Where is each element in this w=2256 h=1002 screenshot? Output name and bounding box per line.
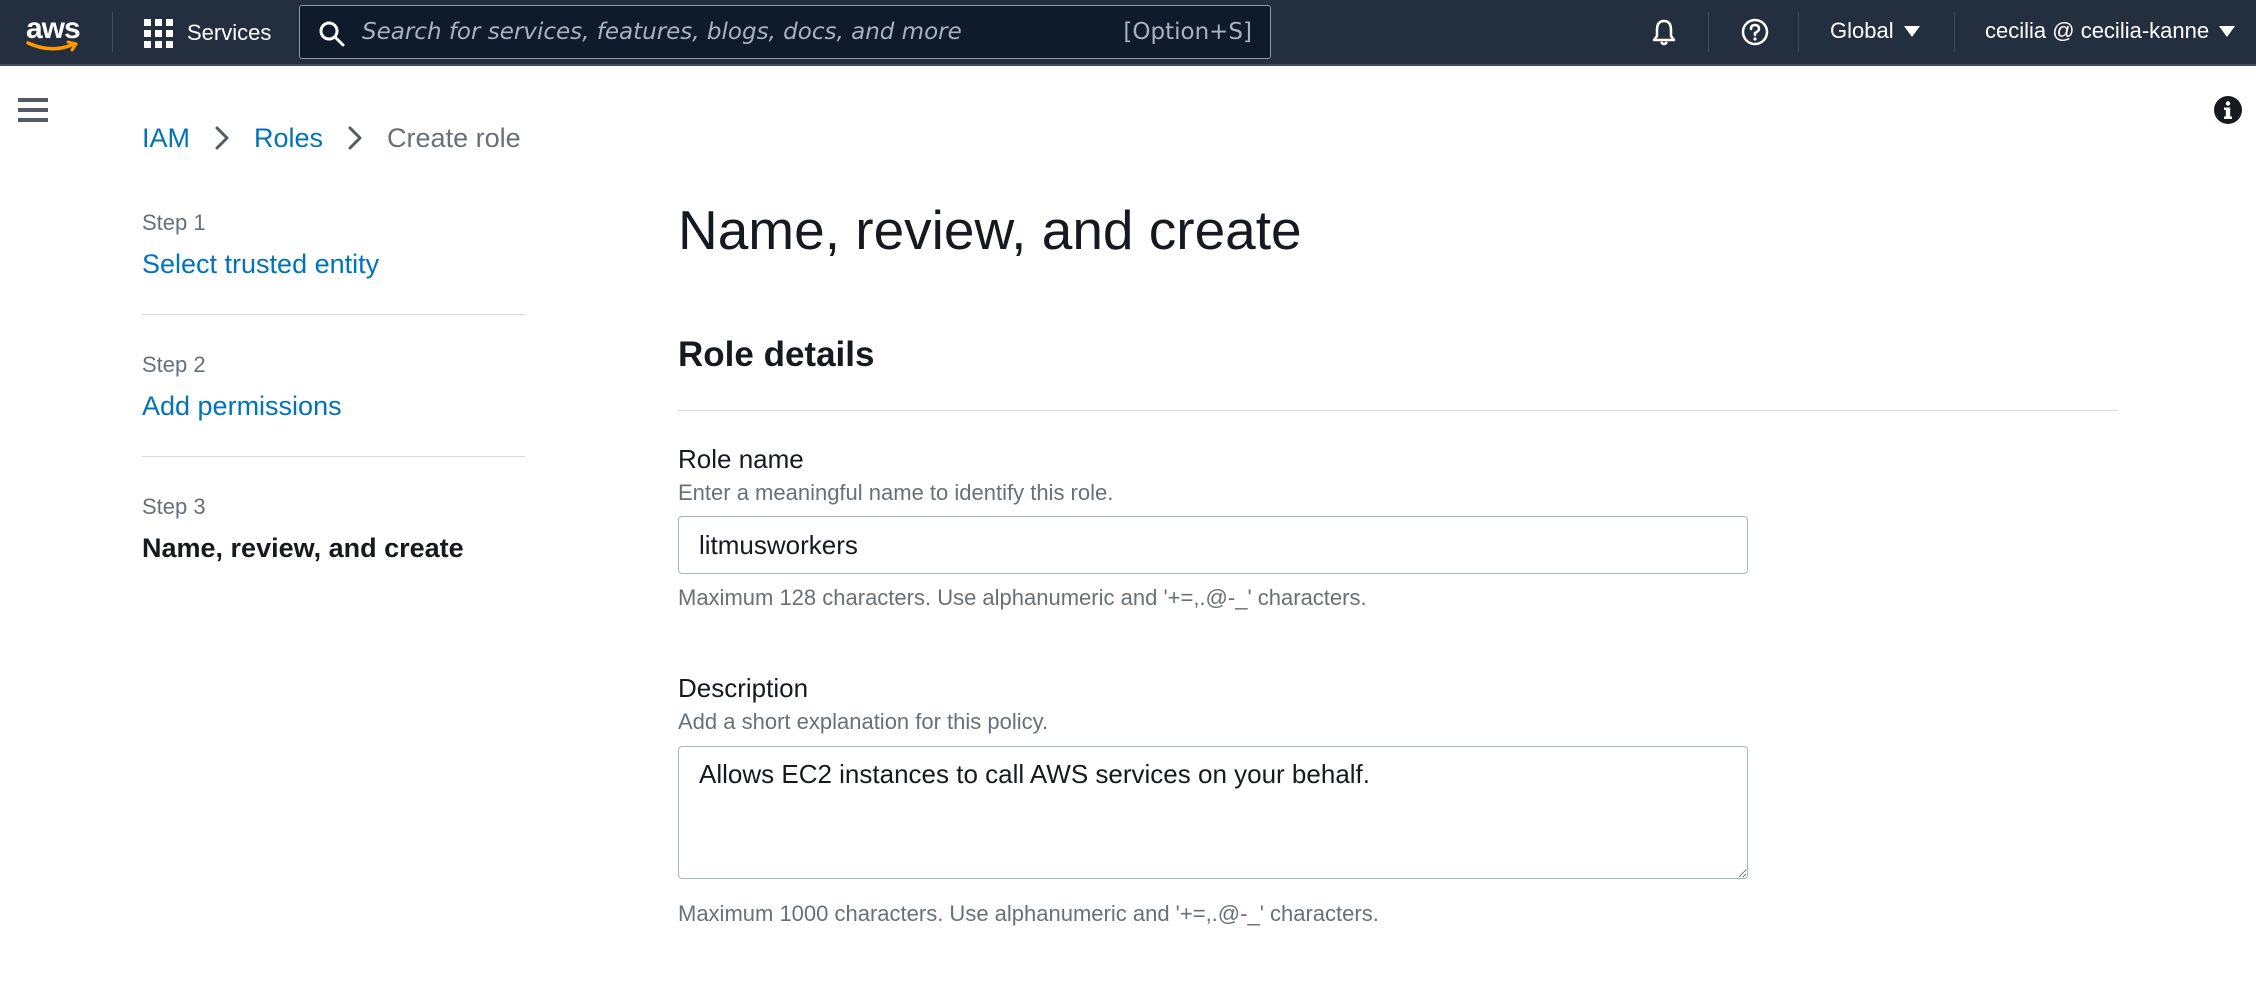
aws-smile-icon: [26, 40, 78, 52]
wizard-step-3: Step 3 Name, review, and create: [142, 457, 525, 566]
step-number: Step 2: [142, 352, 206, 377]
notifications-button[interactable]: [1646, 14, 1682, 50]
role-name-constraint: Maximum 128 characters. Use alphanumeric…: [678, 585, 1367, 610]
menu-toggle-button[interactable]: [18, 98, 48, 122]
breadcrumb-current: Create role: [387, 122, 521, 153]
step-number: Step 3: [142, 494, 206, 519]
chevron-right-icon: [214, 125, 230, 151]
help-button[interactable]: [1737, 14, 1773, 50]
breadcrumb-roles-link[interactable]: Roles: [254, 123, 323, 154]
nav-divider: [112, 12, 113, 52]
step-link-select-trusted-entity[interactable]: Select trusted entity: [142, 246, 525, 282]
step-link-add-permissions[interactable]: Add permissions: [142, 388, 525, 424]
hamburger-icon-bar: [18, 118, 48, 122]
caret-down-icon: [2219, 25, 2236, 37]
search-input[interactable]: [362, 16, 1102, 48]
nav-divider: [1708, 12, 1709, 52]
hamburger-icon-bar: [18, 98, 48, 102]
breadcrumb: IAM Roles Create role: [142, 120, 521, 156]
services-label: Services: [187, 20, 272, 45]
hamburger-icon-bar: [18, 108, 48, 112]
search-icon: [319, 21, 345, 47]
region-label: Global: [1830, 18, 1894, 43]
description-hint: Add a short explanation for this policy.: [678, 709, 1049, 734]
section-divider: [678, 410, 2118, 411]
role-name-input[interactable]: [678, 516, 1748, 574]
services-menu-button[interactable]: Services: [144, 14, 271, 52]
account-menu[interactable]: cecilia @ cecilia-kanne: [1985, 18, 2236, 44]
wizard-step-2: Step 2 Add permissions: [142, 315, 525, 456]
global-search-box[interactable]: [Option+S]: [299, 5, 1271, 59]
description-constraint: Maximum 1000 characters. Use alphanumeri…: [678, 901, 1379, 926]
bell-icon: [1652, 19, 1676, 46]
description-label: Description: [678, 673, 809, 703]
description-textarea[interactable]: Allows EC2 instances to call AWS service…: [678, 746, 1748, 879]
top-navigation-bar: aws Services [Option+S]: [0, 0, 2256, 66]
account-label: cecilia @ cecilia-kanne: [1985, 18, 2210, 43]
chevron-right-icon: [347, 125, 363, 151]
nav-divider: [1954, 12, 1955, 52]
caret-down-icon: [1903, 25, 1920, 37]
region-selector[interactable]: Global: [1830, 18, 1920, 44]
nav-divider: [1798, 12, 1799, 52]
breadcrumb-iam-link[interactable]: IAM: [142, 123, 190, 154]
wizard-step-1: Step 1 Select trusted entity: [142, 208, 525, 314]
step-number: Step 1: [142, 210, 206, 235]
help-icon: [1741, 18, 1769, 46]
role-name-description: Enter a meaningful name to identify this…: [678, 480, 1114, 505]
grid-icon: [144, 18, 173, 48]
page-title: Name, review, and create: [678, 199, 1302, 261]
section-title-role-details: Role details: [678, 335, 875, 374]
aws-logo[interactable]: aws: [26, 12, 88, 52]
search-shortcut-hint: [Option+S]: [1123, 19, 1252, 45]
wizard-steps: Step 1 Select trusted entity Step 2 Add …: [142, 208, 525, 566]
info-icon[interactable]: [2213, 95, 2243, 125]
role-name-label: Role name: [678, 444, 804, 474]
step-current-label: Name, review, and create: [142, 533, 464, 563]
